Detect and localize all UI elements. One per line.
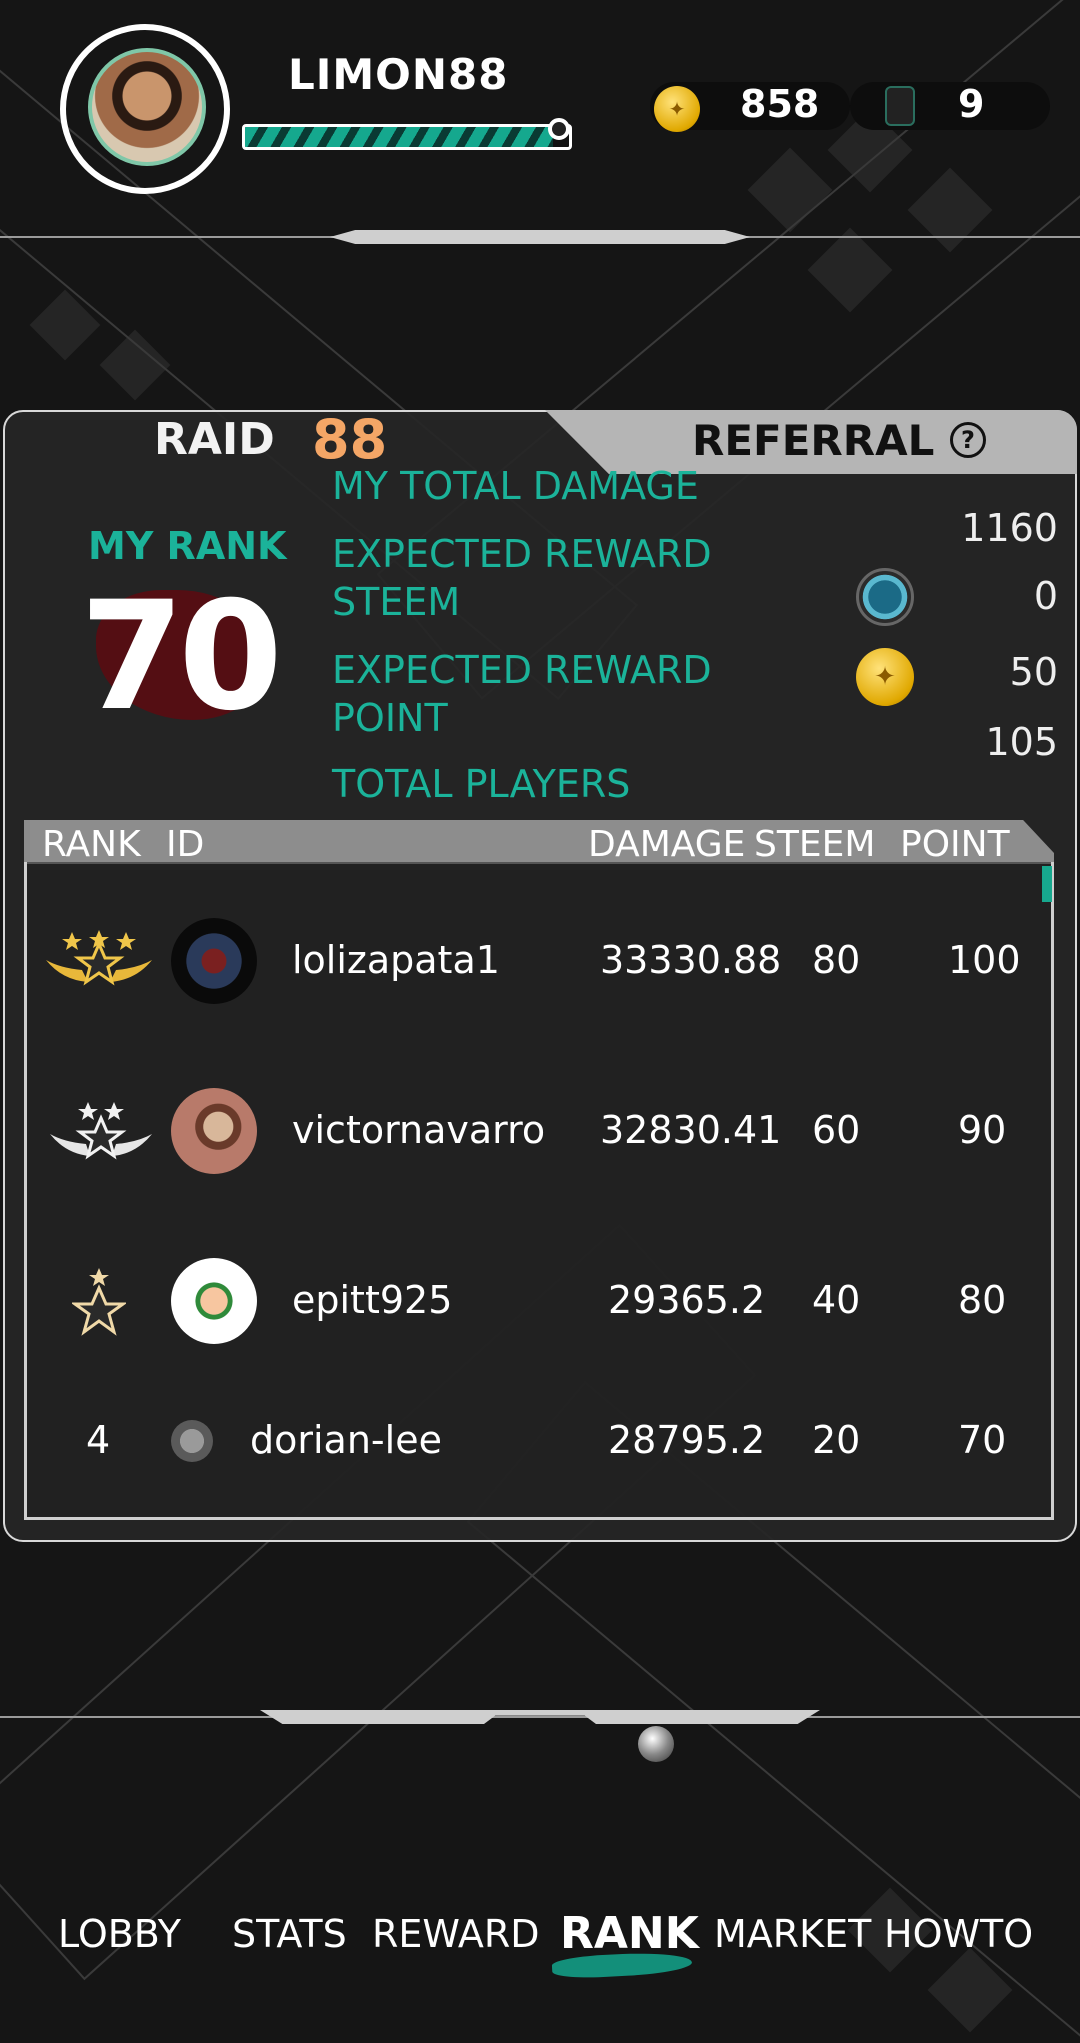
steem-reward-value: 0 (1033, 574, 1058, 618)
tab-raid[interactable]: RAID (154, 414, 275, 465)
total-players-value: 105 (985, 720, 1058, 764)
hp-bar (242, 124, 572, 150)
ticket-counter (850, 82, 1050, 130)
divider-ornament (330, 230, 750, 244)
point-reward-value: 50 (1009, 650, 1058, 694)
player-rank: 4 (86, 1418, 111, 1462)
player-steem: 80 (812, 938, 861, 982)
nav-reward[interactable]: REWARD (372, 1912, 540, 1956)
col-damage: DAMAGE (588, 824, 746, 865)
ticket-count: 9 (958, 82, 985, 126)
nav-howto[interactable]: HOWTO (884, 1912, 1033, 1956)
hp-bar-knob (548, 118, 570, 140)
tab-referral-label[interactable]: REFERRAL (692, 416, 934, 465)
point-reward-label-line2: POINT (332, 696, 448, 740)
hp-bar-fill (245, 127, 553, 147)
player-id: dorian-lee (250, 1418, 442, 1462)
player-point: 70 (958, 1418, 1007, 1462)
total-players-label: TOTAL PLAYERS (332, 762, 631, 806)
player-id: victornavarro (292, 1108, 546, 1152)
player-avatar (171, 1258, 257, 1344)
nav-stats[interactable]: STATS (232, 1912, 347, 1956)
player-point: 80 (958, 1278, 1007, 1322)
avatar[interactable] (88, 48, 206, 166)
player-damage: 29365.2 (608, 1278, 766, 1322)
player-damage: 33330.88 (600, 938, 782, 982)
col-id: ID (166, 824, 205, 865)
scrollbar[interactable] (1042, 866, 1052, 902)
player-point: 100 (948, 938, 1021, 982)
player-damage: 32830.41 (600, 1108, 782, 1152)
nav-rank[interactable]: RANK (560, 1908, 699, 1959)
total-damage-label: MY TOTAL DAMAGE (332, 464, 699, 508)
rank-badge-gold (46, 930, 152, 986)
player-steem: 20 (812, 1418, 861, 1462)
my-rank-label: MY RANK (88, 524, 287, 568)
rank-badge-bronze (72, 1268, 126, 1336)
coin-count: 858 (740, 82, 820, 126)
player-avatar (171, 1088, 257, 1174)
point-reward-label-line1: EXPECTED REWARD (332, 648, 712, 692)
player-point: 90 (958, 1108, 1007, 1152)
ticket-icon (885, 86, 915, 126)
player-avatar (171, 1420, 213, 1462)
total-damage-value: 1160 (961, 506, 1058, 550)
footer-orb (638, 1726, 674, 1762)
player-steem: 40 (812, 1278, 861, 1322)
steem-reward-label-line1: EXPECTED REWARD (332, 532, 712, 576)
nav-lobby[interactable]: LOBBY (58, 1912, 181, 1956)
col-rank: RANK (42, 824, 141, 865)
username: LIMON88 (288, 50, 509, 99)
footer-divider (0, 1716, 1080, 1718)
help-icon[interactable]: ? (950, 422, 986, 458)
player-id: epitt925 (292, 1278, 453, 1322)
coin-icon: ✦ (654, 86, 700, 132)
col-steem: STEEM (754, 824, 876, 865)
col-point: POINT (900, 824, 1010, 865)
steem-reward-label-line2: STEEM (332, 580, 461, 624)
player-avatar (171, 918, 257, 1004)
player-id: lolizapata1 (292, 938, 500, 982)
my-rank-value: 70 (80, 570, 283, 744)
nav-market[interactable]: MARKET (714, 1912, 871, 1956)
player-steem: 60 (812, 1108, 861, 1152)
player-damage: 28795.2 (608, 1418, 766, 1462)
rank-badge-silver (50, 1102, 152, 1160)
